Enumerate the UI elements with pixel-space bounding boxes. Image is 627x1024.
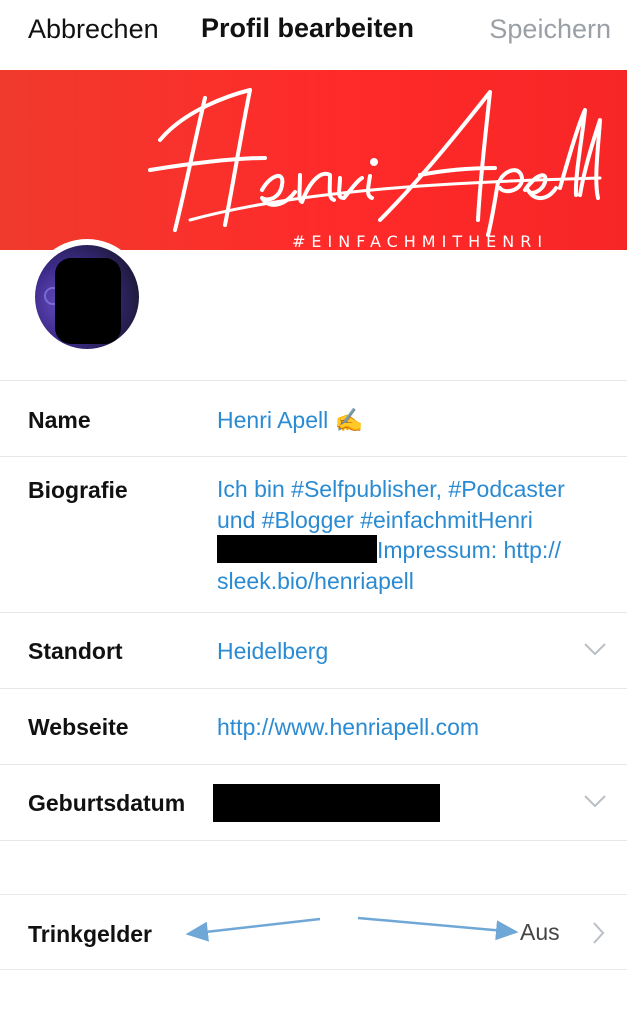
chevron-right-icon[interactable] <box>591 921 605 945</box>
banner-logo-script <box>148 88 602 237</box>
bio-row[interactable]: Biografie Ich bin #Selfpublisher, #Podca… <box>0 456 627 612</box>
name-label: Name <box>28 407 91 433</box>
website-row[interactable]: Webseite http://www.henriapell.com <box>0 688 627 764</box>
website-field[interactable]: http://www.henriapell.com <box>217 714 479 741</box>
chevron-down-icon[interactable] <box>583 793 607 809</box>
website-label: Webseite <box>28 714 129 740</box>
location-label: Standort <box>28 638 123 664</box>
bio-line: sleek.bio/henriapell <box>217 567 414 594</box>
name-row[interactable]: Name Henri Apell ✍️ <box>0 380 627 456</box>
bio-line: Ich bin #Selfpublisher, #Podcaster <box>217 476 565 502</box>
cancel-button[interactable]: Abbrechen <box>28 14 159 45</box>
location-field[interactable]: Heidelberg <box>217 638 328 665</box>
tips-status: Aus <box>520 919 560 945</box>
page-title: Profil bearbeiten <box>201 13 415 43</box>
top-bar: Abbrechen Profil bearbeiten Speichern <box>0 0 627 70</box>
birthdate-label: Geburtsdatum <box>28 790 186 816</box>
name-field[interactable]: Henri Apell ✍️ <box>217 407 363 434</box>
birthdate-row[interactable]: Geburtsdatum <box>0 764 627 840</box>
bio-redaction <box>217 535 377 563</box>
banner-hashtag: #EINFACHMITHENRI <box>292 232 549 250</box>
avatar-redaction <box>55 258 121 344</box>
section-spacer <box>0 840 627 894</box>
avatar-image <box>35 245 139 349</box>
header-banner-image[interactable]: #EINFACHMITHENRI <box>0 70 627 250</box>
bio-label: Biografie <box>28 477 128 503</box>
location-row[interactable]: Standort Heidelberg <box>0 612 627 688</box>
tips-label: Trinkgelder <box>28 921 152 947</box>
chevron-down-icon[interactable] <box>583 641 607 657</box>
birthdate-redaction <box>213 784 440 822</box>
avatar[interactable] <box>29 239 145 355</box>
save-button[interactable]: Speichern <box>489 14 611 45</box>
bio-line: und #Blogger #einfachmitHenri <box>217 506 533 533</box>
